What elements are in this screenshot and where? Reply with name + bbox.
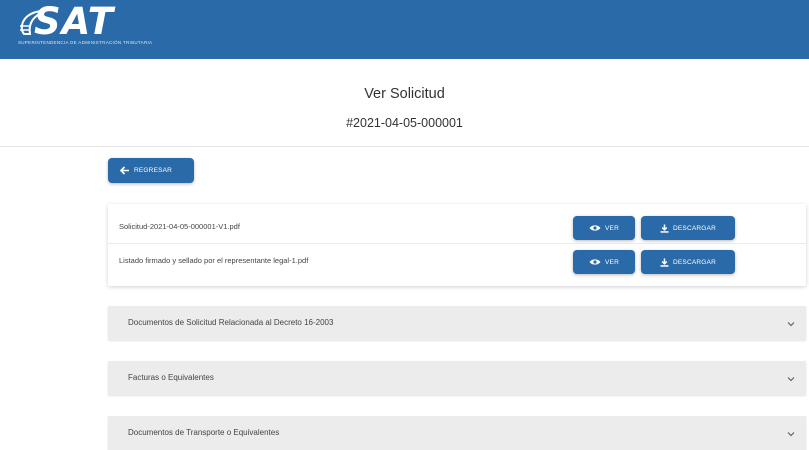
sat-logo[interactable]: SAT SUPERINTENDENCIA DE ADMINISTRACIÓN T… xyxy=(16,0,186,52)
file-row: Solicitud-2021-04-05-000001-V1.pdf VER D… xyxy=(108,213,806,243)
file-row: Listado firmado y sellado por el represe… xyxy=(108,243,806,277)
accordion-title: Facturas o Equivalentes xyxy=(128,373,214,382)
download-icon xyxy=(660,258,669,267)
header-divider xyxy=(0,146,809,147)
back-button[interactable]: REGRESAR xyxy=(108,158,194,183)
page-title: Ver Solicitud xyxy=(364,86,445,102)
download-button-label: DESCARGAR xyxy=(673,224,716,232)
eye-icon xyxy=(589,225,601,231)
download-button[interactable]: DESCARGAR xyxy=(641,250,735,274)
chevron-down-icon xyxy=(787,432,795,437)
download-button[interactable]: DESCARGAR xyxy=(641,216,735,240)
eye-icon xyxy=(589,259,601,265)
back-button-label: REGRESAR xyxy=(134,167,173,174)
view-button[interactable]: VER xyxy=(573,250,635,274)
view-button[interactable]: VER xyxy=(573,216,635,240)
view-button-label: VER xyxy=(605,224,619,232)
accordion-title: Documentos de Solicitud Relacionada al D… xyxy=(128,318,334,327)
request-number: #2021-04-05-000001 xyxy=(346,116,463,130)
logo-subtitle: SUPERINTENDENCIA DE ADMINISTRACIÓN TRIBU… xyxy=(18,40,153,45)
download-icon xyxy=(660,224,669,233)
accordion-title: Documentos de Transporte o Equivalentes xyxy=(128,428,280,437)
view-button-label: VER xyxy=(605,258,619,266)
chevron-down-icon xyxy=(787,377,795,382)
accordion-invoices[interactable]: Facturas o Equivalentes xyxy=(108,361,806,395)
logo-text: SAT xyxy=(34,0,114,43)
chevron-down-icon xyxy=(787,322,795,327)
top-bar: SAT SUPERINTENDENCIA DE ADMINISTRACIÓN T… xyxy=(0,0,809,59)
file-name: Solicitud-2021-04-05-000001-V1.pdf xyxy=(119,222,240,231)
accordion-decreto-documents[interactable]: Documentos de Solicitud Relacionada al D… xyxy=(108,306,806,340)
files-card: Solicitud-2021-04-05-000001-V1.pdf VER D… xyxy=(108,204,806,286)
download-button-label: DESCARGAR xyxy=(673,258,716,266)
arrow-left-icon xyxy=(120,166,129,175)
file-name: Listado firmado y sellado por el represe… xyxy=(119,256,309,265)
accordion-transport-documents[interactable]: Documentos de Transporte o Equivalentes xyxy=(108,416,806,450)
